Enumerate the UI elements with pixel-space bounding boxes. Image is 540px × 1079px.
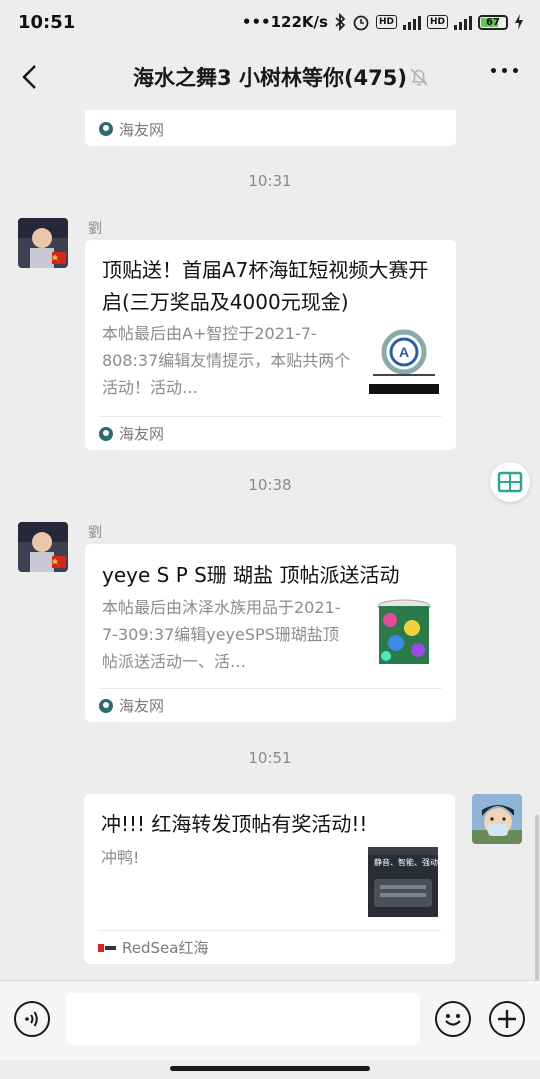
haiyou-logo-icon: [99, 426, 113, 441]
card-description: 本帖最后由A+智控于2021-7-808:37编辑友情提示，本贴共两个活动！活动…: [102, 324, 351, 397]
input-bar: [0, 980, 540, 1060]
card-source: 海友网: [99, 112, 442, 146]
status-icons: •••122K/s HD HD 67: [242, 13, 524, 31]
avatar[interactable]: [18, 218, 68, 268]
avatar-child-mask-image: [472, 794, 522, 844]
card-source-label: 海友网: [119, 120, 165, 139]
timestamp: 10:31: [248, 172, 292, 190]
timestamp: 10:38: [248, 476, 292, 494]
card-thumbnail: [376, 598, 433, 668]
avatar[interactable]: [18, 522, 68, 572]
voice-button[interactable]: [14, 1001, 50, 1037]
link-card[interactable]: 顶贴送！首届A7杯海缸短视频大赛开启(三万奖品及4000元现金) 本帖最后由A+…: [85, 240, 456, 450]
avatar-child-image: [18, 522, 68, 572]
link-card-previous[interactable]: 海友网: [85, 110, 456, 146]
card-title: 顶贴送！首届A7杯海缸短视频大赛开启(三万奖品及4000元现金): [102, 258, 429, 314]
battery-level: 67: [486, 16, 500, 28]
redsea-pump-image: [368, 847, 438, 907]
translate-float-icon: [497, 471, 523, 493]
card-thumbnail: A: [369, 322, 439, 394]
status-time: 10:51: [18, 11, 76, 33]
floating-translate-button[interactable]: [490, 462, 530, 502]
alarm-icon: [353, 15, 369, 31]
hd-badge: HD: [375, 15, 397, 29]
bluetooth-icon: [335, 13, 346, 31]
home-indicator[interactable]: [170, 1066, 370, 1071]
message-list[interactable]: 海友网 10:31 劉 顶贴送！首届A7杯海缸短视频大赛开启(三万奖品及4000…: [0, 110, 540, 980]
card-thumbnail: 静音、智能、强动: [368, 847, 438, 917]
haiyou-logo-icon: [99, 122, 113, 136]
card-title: yeye S P S珊 瑚盐 顶帖派送活动: [102, 563, 400, 587]
chat-header: 海水之舞3 小树林等你(475): [0, 44, 540, 110]
signal-icon-2: [454, 14, 472, 30]
mute-bell-icon: [410, 68, 428, 86]
chat-title: 海水之舞3 小树林等你(475): [133, 66, 407, 90]
card-title: 冲!!! 红海转发顶帖有奖活动!!: [101, 812, 368, 836]
card-source-label: RedSea红海: [122, 939, 209, 957]
emoji-button[interactable]: [435, 1001, 471, 1037]
emoji-icon: [445, 1014, 461, 1026]
svg-text:A: A: [399, 344, 409, 360]
a7-logo-image: A: [369, 322, 439, 394]
my-avatar[interactable]: [472, 794, 522, 844]
charging-icon: [515, 14, 523, 30]
voice-icon: [25, 1011, 38, 1027]
message-input[interactable]: [66, 993, 420, 1045]
card-source-label: 海友网: [119, 697, 165, 715]
plus-icon: [498, 1010, 516, 1028]
link-card-own[interactable]: 冲!!! 红海转发顶帖有奖活动!! 冲鸭! 静音、智能、强动 RedSea红海: [84, 794, 455, 964]
card-source: RedSea红海: [98, 930, 441, 964]
salt-bucket-image: [376, 598, 433, 668]
card-description: 本帖最后由沐泽水族用品于2021-7-309:37编辑yeyeSPS珊瑚盐顶帖派…: [102, 598, 341, 671]
hd-badge-2: HD: [426, 15, 448, 29]
avatar-child-image: [18, 218, 68, 268]
timestamp: 10:51: [248, 749, 292, 767]
plus-button[interactable]: [489, 1001, 525, 1037]
card-source: 海友网: [99, 416, 442, 450]
net-speed: •••122K/s: [241, 13, 328, 31]
card-description: 冲鸭!: [101, 848, 140, 867]
scrollbar[interactable]: [535, 815, 539, 980]
battery-icon: 67: [478, 14, 508, 30]
haiyou-logo-icon: [99, 698, 113, 713]
card-source: 海友网: [99, 688, 442, 722]
status-bar: 10:51 •••122K/s HD HD 67: [0, 0, 540, 44]
sender-name: 劉: [88, 221, 102, 237]
card-source-label: 海友网: [119, 425, 165, 443]
redsea-logo-icon: [98, 943, 116, 952]
sender-name: 劉: [88, 525, 102, 541]
more-button[interactable]: [491, 68, 518, 73]
link-card[interactable]: yeye S P S珊 瑚盐 顶帖派送活动 本帖最后由沐泽水族用品于2021-7…: [85, 544, 456, 722]
signal-icon: [402, 14, 421, 30]
